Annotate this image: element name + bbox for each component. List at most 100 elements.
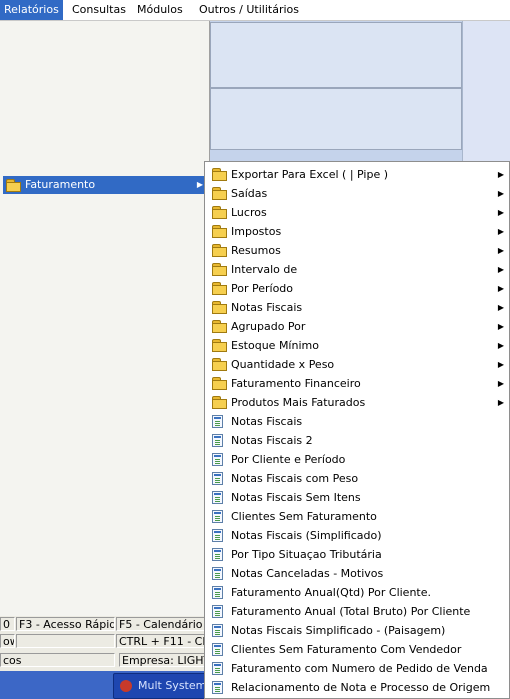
submenu-item-label: Faturamento Anual(Qtd) Por Cliente.	[231, 586, 431, 599]
report-item[interactable]: Faturamento Anual(Qtd) Por Cliente.	[207, 583, 507, 602]
report-item[interactable]: Notas Fiscais 2	[207, 431, 507, 450]
shortcut-f5-calendario[interactable]: F5 - Calendário	[116, 617, 210, 631]
submenu-item-label: Notas Fiscais	[231, 415, 303, 428]
report-icon	[212, 434, 223, 447]
taskbar-app-button[interactable]: Mult System	[113, 673, 210, 699]
menu-item-label: Faturamento	[25, 178, 96, 191]
submenu-item-label: Clientes Sem Faturamento	[231, 510, 377, 523]
submenu-arrow-icon: ▶	[497, 360, 504, 369]
menu-consultas[interactable]: Consultas	[68, 0, 130, 20]
report-item[interactable]: Por Cliente e Período	[207, 450, 507, 469]
submenu-item-label: Notas Fiscais (Simplificado)	[231, 529, 382, 542]
report-icon	[212, 624, 223, 637]
report-icon	[212, 586, 223, 599]
submenu-item-label: Saídas	[231, 187, 268, 200]
submenu-item-label: Estoque Mínimo	[231, 339, 319, 352]
submenu-folder-item[interactable]: Resumos ▶	[207, 241, 507, 260]
report-item[interactable]: Notas Fiscais	[207, 412, 507, 431]
report-icon	[212, 605, 223, 618]
submenu-arrow-icon: ▶	[497, 189, 504, 198]
submenu-arrow-icon: ▶	[497, 265, 504, 274]
report-icon	[212, 643, 223, 656]
status-cell: owe	[0, 634, 15, 648]
form-panel-bottom	[210, 88, 462, 150]
folder-icon	[6, 179, 21, 192]
taskbar-app-label: Mult System	[138, 679, 207, 692]
submenu-folder-item[interactable]: Por Período ▶	[207, 279, 507, 298]
submenu-item-label: Notas Fiscais	[231, 301, 303, 314]
submenu-item-label: Quantidade x Peso	[231, 358, 335, 371]
shortcut-ctrl-f11[interactable]: CTRL + F11 - Clie	[116, 634, 210, 648]
submenu-item-label: Resumos	[231, 244, 281, 257]
submenu-folder-item[interactable]: Lucros ▶	[207, 203, 507, 222]
submenu-item-label: Faturamento Financeiro	[231, 377, 361, 390]
submenu-arrow-icon: ▶	[497, 341, 504, 350]
app-icon	[120, 680, 132, 692]
company-status: Empresa: LIGHT	[119, 653, 210, 667]
folder-icon	[212, 358, 227, 371]
submenu-item-label: Notas Canceladas - Motivos	[231, 567, 384, 580]
report-icon	[212, 529, 223, 542]
submenu-folder-item[interactable]: Saídas ▶	[207, 184, 507, 203]
report-item[interactable]: Faturamento com Numero de Pedido de Vend…	[207, 659, 507, 678]
submenu-folder-item[interactable]: Notas Fiscais ▶	[207, 298, 507, 317]
report-item[interactable]: Notas Fiscais com Peso	[207, 469, 507, 488]
menu-item-faturamento[interactable]: Faturamento ▶	[3, 176, 209, 194]
submenu-item-label: Notas Fiscais Sem Itens	[231, 491, 361, 504]
submenu-arrow-icon: ▶	[497, 284, 504, 293]
status-cell: cos	[0, 653, 115, 667]
submenu-folder-item[interactable]: Impostos ▶	[207, 222, 507, 241]
submenu-folder-item[interactable]: Exportar Para Excel ( | Pipe ) ▶	[207, 165, 507, 184]
submenu-item-label: Produtos Mais Faturados	[231, 396, 366, 409]
report-icon	[212, 681, 223, 694]
submenu-folder-item[interactable]: Agrupado Por ▶	[207, 317, 507, 336]
menu-relatorios[interactable]: Relatórios	[0, 0, 63, 20]
submenu-item-label: Clientes Sem Faturamento Com Vendedor	[231, 643, 462, 656]
status-bar-row-3: cos Empresa: LIGHT	[0, 652, 210, 669]
submenu-arrow-icon: ▶	[497, 246, 504, 255]
submenu-arrow-icon: ▶	[497, 322, 504, 331]
submenu-item-label: Exportar Para Excel ( | Pipe )	[231, 168, 389, 181]
report-item[interactable]: Clientes Sem Faturamento Com Vendedor	[207, 640, 507, 659]
report-icon	[212, 472, 223, 485]
report-icon	[212, 662, 223, 675]
report-item[interactable]: Por Tipo Situaçao Tributária	[207, 545, 507, 564]
form-side-strip	[462, 21, 510, 161]
menu-bar: Relatórios Consultas Módulos Outros / Ut…	[0, 0, 510, 21]
report-item[interactable]: Relacionamento de Nota e Processo de Ori…	[207, 678, 507, 697]
submenu-item-label: Por Tipo Situaçao Tributária	[231, 548, 382, 561]
menu-outros-utilitarios[interactable]: Outros / Utilitários	[195, 0, 303, 20]
submenu-item-label: Notas Fiscais Simplificado - (Paisagem)	[231, 624, 446, 637]
folder-icon	[212, 225, 227, 238]
report-item[interactable]: Notas Fiscais Sem Itens	[207, 488, 507, 507]
submenu-item-label: Por Cliente e Período	[231, 453, 346, 466]
report-item[interactable]: Clientes Sem Faturamento	[207, 507, 507, 526]
submenu-folder-item[interactable]: Faturamento Financeiro ▶	[207, 374, 507, 393]
submenu-folder-item[interactable]: Quantidade x Peso ▶	[207, 355, 507, 374]
submenu-folder-item[interactable]: Intervalo de ▶	[207, 260, 507, 279]
folder-icon	[212, 396, 227, 409]
submenu-item-label: Notas Fiscais 2	[231, 434, 313, 447]
submenu-folder-item[interactable]: Produtos Mais Faturados ▶	[207, 393, 507, 412]
submenu-arrow-icon: ▶	[497, 208, 504, 217]
report-item[interactable]: Faturamento Anual (Total Bruto) Por Clie…	[207, 602, 507, 621]
report-item[interactable]: Notas Canceladas - Motivos	[207, 564, 507, 583]
submenu-arrow-icon: ▶	[497, 227, 504, 236]
submenu-item-label: Agrupado Por	[231, 320, 306, 333]
faturamento-submenu: Exportar Para Excel ( | Pipe ) ▶ Saídas ▶ Lu…	[204, 161, 510, 699]
report-icon	[212, 510, 223, 523]
submenu-folder-item[interactable]: Estoque Mínimo ▶	[207, 336, 507, 355]
shortcut-f3-acesso-rapido[interactable]: F3 - Acesso Rápido	[16, 617, 115, 631]
submenu-arrow-icon: ▶	[196, 180, 203, 189]
report-item[interactable]: Notas Fiscais (Simplificado)	[207, 526, 507, 545]
folder-icon	[212, 282, 227, 295]
report-icon	[212, 567, 223, 580]
folder-icon	[212, 263, 227, 276]
submenu-arrow-icon: ▶	[497, 379, 504, 388]
submenu-item-label: Faturamento com Numero de Pedido de Vend…	[231, 662, 488, 675]
folder-icon	[212, 244, 227, 257]
report-icon	[212, 453, 223, 466]
report-icon	[212, 548, 223, 561]
report-item[interactable]: Notas Fiscais Simplificado - (Paisagem)	[207, 621, 507, 640]
menu-modulos[interactable]: Módulos	[133, 0, 187, 20]
